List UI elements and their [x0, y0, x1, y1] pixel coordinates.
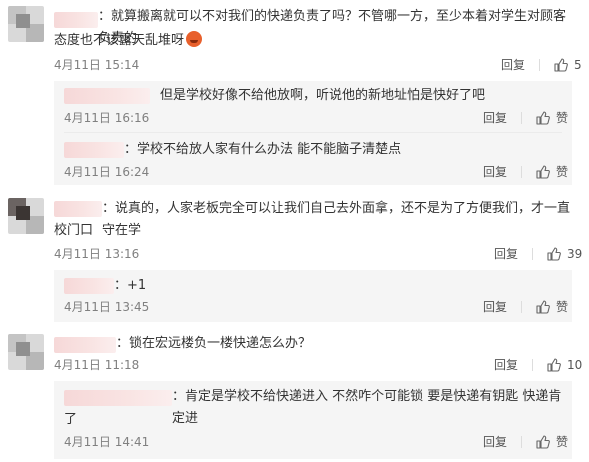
- thumbs-up-icon[interactable]: [536, 165, 550, 179]
- comment-text-continued: 态度也不该露天乱堆呀: [54, 30, 534, 52]
- action-divider: [521, 166, 523, 178]
- comment-text: ：说真的，人家老板完全可以让我们自己去外面拿，还不是为了方便我们，才一直守在学: [102, 198, 577, 242]
- comment-time: 4月11日 15:14: [54, 58, 140, 72]
- comment-actions: 回复 10: [494, 357, 582, 373]
- reply-time: 4月11日 13:45: [64, 300, 150, 314]
- username-redacted[interactable]: [64, 278, 114, 294]
- like-label[interactable]: 赞: [556, 434, 568, 450]
- action-divider: [532, 359, 534, 371]
- thumbs-up-icon[interactable]: [554, 58, 568, 72]
- username-redacted[interactable]: [64, 142, 124, 158]
- reply-text-line: ：肯定是学校不给快递进入 不然咋个可能锁 要是快递有钥匙 快递肯定进: [172, 389, 562, 426]
- comment-text-continued: 校门口: [54, 220, 93, 242]
- reply-actions: 回复 赞: [483, 299, 568, 315]
- reply-button[interactable]: 回复: [494, 246, 518, 262]
- username-redacted[interactable]: [64, 390, 172, 406]
- action-divider: [539, 59, 541, 71]
- reply-button[interactable]: 回复: [483, 164, 507, 180]
- reply-time: 4月11日 14:41: [64, 435, 150, 449]
- comment-text-line: ：说真的，人家老板完全可以让我们自己去外面拿，还不是为了方便我们，才一直守在学: [102, 201, 571, 238]
- reply-actions: 回复 赞: [483, 110, 568, 126]
- reply-time: 4月11日 16:16: [64, 111, 150, 125]
- reply-button[interactable]: 回复: [501, 57, 525, 73]
- comment-text-line: 态度也不该露天乱堆呀: [54, 33, 185, 48]
- reply-button[interactable]: 回复: [483, 110, 507, 126]
- action-divider: [521, 436, 523, 448]
- reply-text: ：肯定是学校不给快递进入 不然咋个可能锁 要是快递有钥匙 快递肯定进: [172, 386, 568, 430]
- thumbs-up-icon[interactable]: [547, 358, 561, 372]
- reply-button[interactable]: 回复: [483, 299, 507, 315]
- like-count: 5: [574, 58, 582, 72]
- like-count: 39: [567, 247, 583, 261]
- thumbs-up-icon[interactable]: [536, 435, 550, 449]
- reply-text: 但是学校好像不给他放啊，听说他的新地址怕是快好了吧: [160, 88, 486, 103]
- comment-actions: 回复 5: [501, 57, 582, 73]
- reply-time: 4月11日 16:24: [64, 165, 150, 179]
- username-redacted[interactable]: [64, 88, 150, 104]
- action-divider: [532, 248, 534, 260]
- reply-button[interactable]: 回复: [483, 434, 507, 450]
- thumbs-up-icon[interactable]: [547, 247, 561, 261]
- action-divider: [521, 301, 523, 313]
- reply-actions: 回复 赞: [483, 434, 568, 450]
- username-redacted[interactable]: [54, 201, 102, 217]
- username-redacted[interactable]: [54, 12, 98, 28]
- like-label[interactable]: 赞: [556, 299, 568, 315]
- avatar[interactable]: [8, 334, 44, 370]
- action-divider: [521, 112, 523, 124]
- comment-text-line: 校门口: [54, 223, 94, 238]
- thumbs-up-icon[interactable]: [536, 300, 550, 314]
- comment-time: 4月11日 11:18: [54, 358, 140, 372]
- like-label[interactable]: 赞: [556, 110, 568, 126]
- comment-text: ：锁在宏远楼负一楼快递怎么办？: [116, 333, 311, 355]
- thumbs-up-icon[interactable]: [536, 111, 550, 125]
- reply-text-line: 了: [64, 412, 78, 427]
- like-count: 10: [567, 358, 583, 372]
- reply-actions: 回复 赞: [483, 164, 568, 180]
- comment-time: 4月11日 13:16: [54, 247, 140, 261]
- comment-text-line: ：锁在宏远楼负一楼快递怎么办？: [116, 336, 312, 351]
- emoji-icon: [186, 31, 203, 47]
- comment-actions: 回复 39: [494, 246, 582, 262]
- reply-text: ：+1: [114, 278, 147, 293]
- avatar[interactable]: [8, 198, 44, 234]
- username-redacted[interactable]: [54, 337, 116, 353]
- reply-text: ：学校不给放人家有什么办法 能不能脑子清楚点: [124, 142, 402, 157]
- like-label[interactable]: 赞: [556, 164, 568, 180]
- reply-text-continued: 了: [64, 409, 77, 431]
- reply-button[interactable]: 回复: [494, 357, 518, 373]
- avatar[interactable]: [8, 6, 44, 42]
- reply-divider: [64, 132, 562, 133]
